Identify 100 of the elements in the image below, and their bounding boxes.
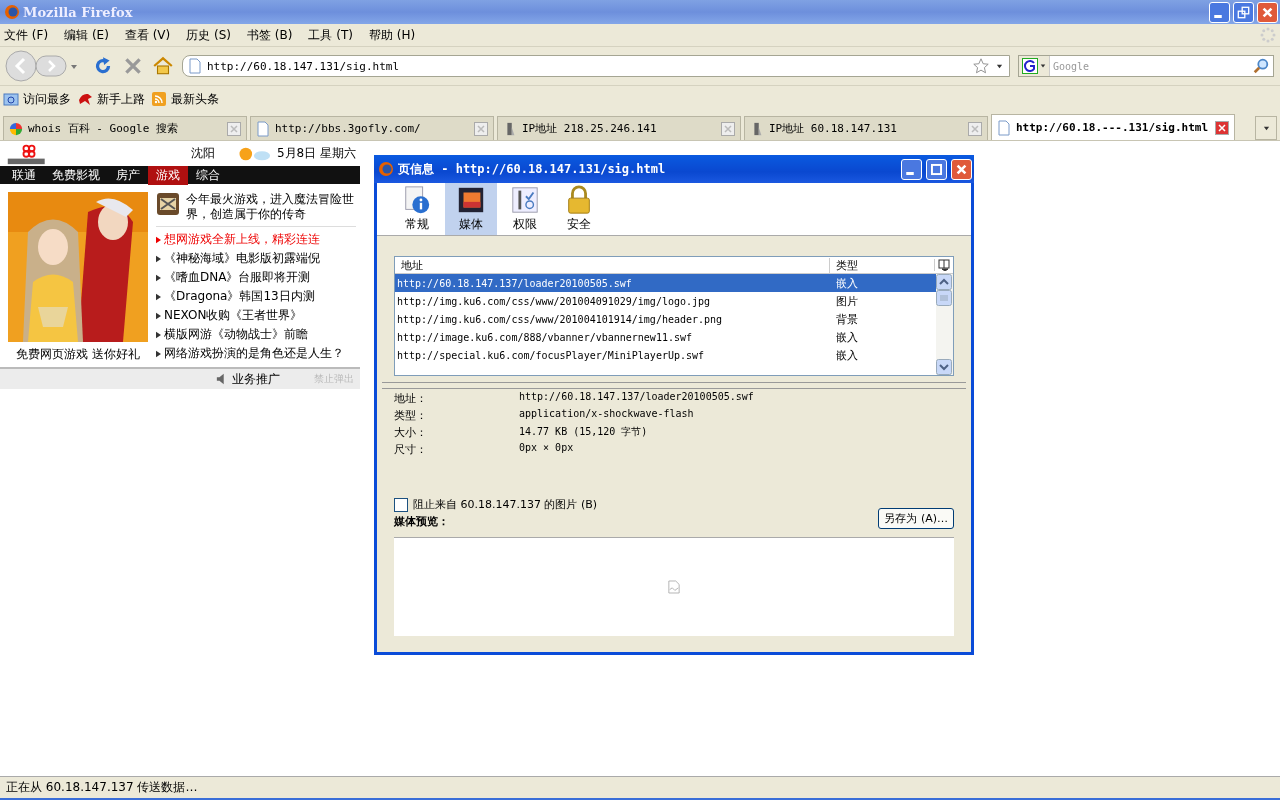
news-link[interactable]: 想网游戏全新上线，精彩连连: [164, 231, 320, 248]
picture-caption: 免费网页游戏 送你好礼: [16, 346, 140, 363]
page-icon: [256, 120, 270, 137]
bookmark-link[interactable]: 新手上路: [97, 90, 145, 108]
dropdown-icon: [1262, 124, 1270, 132]
city-text: 沈阳: [190, 145, 215, 162]
media-row[interactable]: http://special.ku6.com/focusPlayer/MiniPlayerUp.swf 嵌入: [395, 346, 936, 364]
checkbox[interactable]: [394, 497, 408, 512]
broken-image-icon: [668, 580, 680, 594]
bullet-icon: [156, 349, 161, 358]
address-field[interactable]: http://60.18.147.131/sig.html: [182, 55, 1010, 77]
column-header[interactable]: 地址: [395, 257, 829, 273]
dialog-tab[interactable]: 安全: [553, 183, 605, 235]
menu-item[interactable]: 文件 (F): [4, 26, 49, 44]
throbber-icon: [1260, 27, 1276, 43]
date-text: 5月8日 星期六: [276, 145, 356, 162]
news-link[interactable]: 横版网游《动物战士》前瞻: [164, 326, 308, 343]
news-link[interactable]: NEXON收购《王者世界》: [164, 307, 303, 324]
column-picker-icon[interactable]: [934, 259, 953, 271]
media-row[interactable]: http://img.ku6.com/css/www/201004101914/img/header.png 背景: [395, 310, 936, 328]
checkbox-label[interactable]: 阻止来自 60.18.147.137 的图片 (B): [413, 497, 598, 512]
status-text: 正在从 60.18.147.137 传送数据…: [6, 779, 198, 796]
browser-logo-icon: [378, 161, 394, 177]
save-as-button[interactable]: 另存为 (A)…: [878, 508, 954, 529]
detail-value: http://60.18.147.137/loader20100505.swf: [519, 391, 755, 404]
bullet-icon: [156, 254, 161, 263]
close-button[interactable]: [1257, 1, 1278, 23]
bookmark-link[interactable]: 最新头条: [171, 90, 219, 108]
close-tab-icon[interactable]: [1215, 120, 1229, 135]
browser-tab[interactable]: IP地址 60.18.147.131: [744, 116, 988, 140]
close-icon: [955, 162, 968, 176]
maximize-button[interactable]: [926, 158, 947, 180]
scroll-thumb[interactable]: [936, 290, 952, 306]
detail-label: 地址：: [394, 391, 428, 406]
home-icon[interactable]: [152, 55, 174, 77]
game-emblem-icon: [156, 192, 180, 216]
close-button[interactable]: [951, 158, 972, 180]
detail-label: 大小：: [394, 425, 428, 440]
close-icon: [1261, 5, 1274, 19]
browser-logo-icon: [4, 4, 20, 20]
minimize-button[interactable]: [1209, 1, 1230, 23]
menu-item[interactable]: 帮助 (H): [369, 26, 416, 44]
browser-tab[interactable]: whois 百科 - Google 搜索: [3, 116, 247, 140]
dialog-tab[interactable]: 媒体: [445, 183, 497, 235]
search-field[interactable]: Google: [1018, 55, 1274, 77]
headline-text[interactable]: 今年最火游戏，进入魔法冒险世界，创造属于你的传奇: [186, 192, 356, 222]
bookmark-link[interactable]: 访问最多: [23, 90, 71, 108]
dropdown-icon[interactable]: [996, 62, 1003, 70]
news-link[interactable]: 《嗜血DNA》台服即将开测: [164, 269, 311, 286]
minimize-icon: [1214, 14, 1222, 18]
page-icon: [997, 119, 1011, 136]
scroll-down-icon[interactable]: [936, 359, 952, 375]
news-link[interactable]: 《神秘海域》电影版初露端倪: [164, 250, 320, 267]
nav-tab[interactable]: 综合: [188, 165, 228, 185]
menu-item[interactable]: 查看 (V): [124, 26, 171, 44]
minimize-button[interactable]: [901, 158, 922, 180]
browser-tab[interactable]: http://bbs.3gofly.com/: [250, 116, 494, 140]
maximize-icon: [930, 162, 943, 176]
promo-link[interactable]: 业务推广: [232, 370, 280, 388]
feed-icon: [151, 91, 167, 107]
dialog-title: 页信息 - http://60.18.147.131/sig.html: [398, 160, 666, 178]
media-row[interactable]: http://image.ku6.com/888/vbanner/vbannernew11.swf 嵌入: [395, 328, 936, 346]
nav-tab[interactable]: 联通: [4, 165, 44, 185]
search-icon[interactable]: [1252, 57, 1270, 75]
media-row[interactable]: http://60.18.147.137/loader20100505.swf 嵌入: [395, 274, 936, 292]
nav-tab[interactable]: 游戏: [148, 165, 188, 185]
detail-label: 尺寸：: [394, 442, 428, 457]
menu-item[interactable]: 历史 (S): [186, 26, 232, 44]
menu-item[interactable]: 编辑 (E): [64, 26, 109, 44]
nav-tab[interactable]: 免费影视: [44, 165, 108, 185]
scrollbar[interactable]: [936, 274, 953, 375]
bullet-icon: [156, 330, 161, 339]
star-icon[interactable]: [972, 57, 990, 75]
menu-item[interactable]: 书签 (B): [247, 26, 293, 44]
restore-icon: [1237, 5, 1250, 19]
stop-icon[interactable]: [122, 55, 144, 77]
folder-search-icon: [3, 91, 19, 107]
restore-button[interactable]: [1233, 1, 1254, 23]
splitter[interactable]: [382, 382, 966, 389]
menu-item[interactable]: 工具 (T): [308, 26, 353, 44]
detail-value: 14.77 KB (15,120 字节): [519, 425, 649, 439]
media-row[interactable]: http://img.ku6.com/css/www/201004091029/img/logo.jpg 图片: [395, 292, 936, 310]
column-header[interactable]: 类型: [829, 257, 934, 273]
detail-value: 0px × 0px: [519, 442, 575, 455]
browser-tab[interactable]: IP地址 218.25.246.141: [497, 116, 741, 140]
news-link[interactable]: 网络游戏扮演的是角色还是人生？: [164, 345, 344, 362]
address-text: http://60.18.147.131/sig.html: [207, 59, 400, 73]
detail-label: 类型：: [394, 408, 428, 423]
google-icon: [9, 120, 23, 137]
scroll-up-icon[interactable]: [936, 274, 952, 290]
dialog-tab[interactable]: 权限: [499, 183, 551, 235]
bullet-icon: [156, 292, 161, 301]
bullet-icon: [156, 235, 161, 244]
news-link[interactable]: 《Dragona》韩国13日内测: [164, 288, 315, 305]
dialog-tab[interactable]: 常规: [391, 183, 443, 235]
browser-tab[interactable]: http://60.18.---.131/sig.html: [991, 114, 1235, 140]
bird-icon: [77, 91, 93, 107]
minimize-icon: [906, 171, 914, 175]
detail-value: application/x-shockwave-flash: [519, 408, 695, 421]
nav-tab[interactable]: 房产: [108, 165, 148, 185]
